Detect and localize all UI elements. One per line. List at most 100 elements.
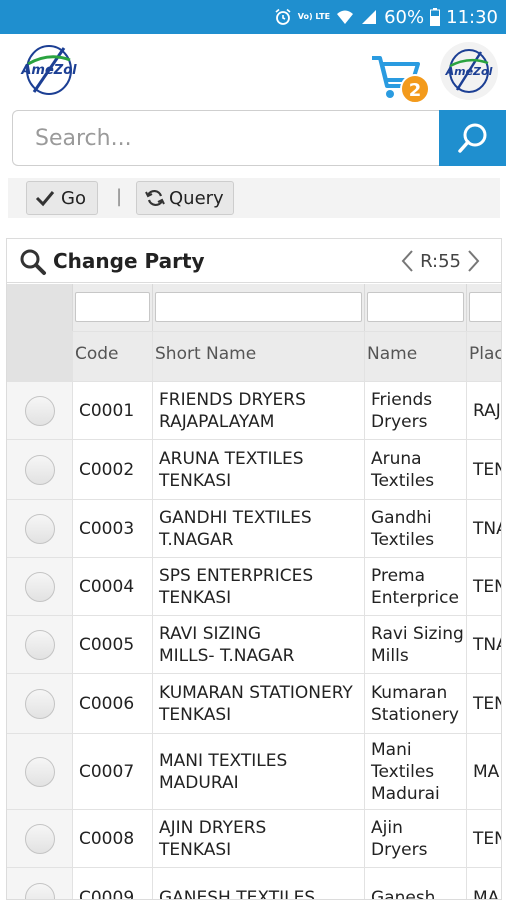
name-line: Textiles [371,761,435,782]
row-select-cell [7,382,73,439]
cell-name: Mani Textiles Madurai [365,734,467,809]
short-name-line: MILLS- T.NAGAR [159,645,295,666]
row-radio-button[interactable] [24,823,55,854]
short-name-line: KUMARAN STATIONERY [159,682,353,703]
query-button[interactable]: Query [136,181,234,215]
cell-short-name: SPS ENTERPRICES TENKASI [153,558,365,615]
table-row[interactable]: C0002 ARUNA TEXTILES TENKASI Aruna Textiles T… [7,440,501,500]
column-header-name[interactable]: Name [365,332,467,381]
pager: R:55 [400,249,481,273]
battery-icon [430,8,441,26]
cell-name: Friends Dryers [365,382,467,439]
cell-place: TNA [467,616,501,673]
search-button[interactable] [439,110,506,166]
panel-title: Change Party [53,249,205,273]
change-party-panel: Change Party R:55 Code Short Name Name P… [6,238,502,900]
cell-short-name: GANDHI TEXTILES T.NAGAR [153,500,365,557]
cell-short-name: AJIN DRYERS TENKASI [153,810,365,867]
name-filter-input[interactable] [367,292,464,322]
name-line: Mani [371,739,412,760]
short-name-line: T.NAGAR [159,529,234,550]
column-header-code[interactable]: Code [73,332,153,381]
name-line: Ravi Sizing [371,623,464,644]
name-line: Enterprice [371,587,459,608]
table-header-row: Code Short Name Name Plac [7,332,501,382]
place-text: MA [473,761,500,782]
row-radio-button[interactable] [24,395,55,426]
table-row[interactable]: C0004 SPS ENTERPRICES TENKASI Prema Enterpri… [7,558,501,616]
table-row[interactable]: C0005 RAVI SIZING MILLS- T.NAGAR Ravi Sizin… [7,616,501,674]
cell-short-name: GANESH TEXTILES [153,868,365,900]
place-text: TNA [473,518,501,539]
go-label: Go [61,187,86,209]
cell-place: TNA [467,500,501,557]
cell-name: Ajin Dryers [365,810,467,867]
short-name-line: GANDHI TEXTILES [159,507,312,528]
name-line: Madurai [371,783,440,804]
action-toolbar: Go | Query [8,178,500,218]
name-line: Ajin [371,817,403,838]
place-filter-input[interactable] [469,292,501,322]
table-row[interactable]: C0008AJIN DRYERSTENKASIAjinDryersTEN [7,810,501,868]
table-row[interactable]: C0003 GANDHI TEXTILES T.NAGAR Gandhi Textile… [7,500,501,558]
short-name-line: AJIN DRYERS [159,817,267,838]
wifi-icon [337,10,354,24]
chevron-right-icon[interactable] [467,249,481,273]
table-row[interactable]: C0007 MANI TEXTILES MADURAI Mani Textiles Mad… [7,734,501,810]
record-count: R:55 [420,250,461,272]
filter-cell-name [365,284,467,331]
short-name-line: FRIENDS DRYERS [159,389,306,410]
name-line: Prema [371,565,426,586]
name-line: Dryers [371,411,428,432]
code-filter-input[interactable] [75,292,150,322]
table-row[interactable]: C0009 GANESH TEXTILES Ganesh MA [7,868,501,900]
place-text: TEN [473,576,501,597]
name-line: Textiles [371,529,435,550]
clock: 11:30 [446,6,498,28]
row-select-cell [7,558,73,615]
name-line: Stationery [371,704,459,725]
row-radio-button[interactable] [24,629,55,660]
signal-icon [362,10,377,24]
go-button[interactable]: Go [26,181,98,215]
name-line: Ganesh [371,887,436,900]
column-header-place[interactable]: Plac [467,332,501,381]
column-header-short-name[interactable]: Short Name [153,332,365,381]
toolbar-separator: | [116,186,123,207]
code-text: C0003 [79,518,135,539]
checkmark-icon [35,191,55,207]
row-radio-button[interactable] [24,756,55,787]
name-line: Friends [371,389,433,410]
app-screen: Vo) LTE 60% 11:30 AmeZol 2 AmeZol Search… [0,0,506,900]
row-radio-button[interactable] [24,513,55,544]
svg-text:AmeZol: AmeZol [445,65,493,78]
cell-code: C0001 [73,382,153,439]
place-text: RAJ [473,400,501,421]
profile-avatar[interactable]: AmeZol [440,42,498,100]
name-line: Kumaran [371,682,448,703]
row-radio-button[interactable] [24,571,55,602]
row-radio-button[interactable] [24,882,55,899]
search-input[interactable] [12,110,440,166]
code-text: C0009 [79,887,135,900]
row-select-cell [7,500,73,557]
amezol-logo[interactable]: AmeZol [14,40,84,100]
code-text: C0008 [79,828,135,849]
short-name-filter-input[interactable] [155,292,362,322]
name-line: Aruna [371,448,422,469]
row-radio-button[interactable] [24,688,55,719]
table-body: C0001 FRIENDS DRYERS RAJAPALAYAM Friends Dry… [7,382,501,900]
refresh-icon [145,189,165,207]
table-row[interactable]: C0006 KUMARAN STATIONERY TENKASI Kumaran Sta… [7,674,501,734]
short-name-line: GANESH TEXTILES [159,887,316,900]
row-select-cell [7,616,73,673]
cell-place: MA [467,734,501,809]
chevron-left-icon[interactable] [400,249,414,273]
row-select-cell [7,674,73,733]
row-radio-button[interactable] [24,454,55,485]
table-row[interactable]: C0001 FRIENDS DRYERS RAJAPALAYAM Friends Dry… [7,382,501,440]
filter-cell-code [73,284,153,331]
filter-cell-short [153,284,365,331]
cell-short-name: ARUNA TEXTILES TENKASI [153,440,365,499]
cell-place: RAJ [467,382,501,439]
